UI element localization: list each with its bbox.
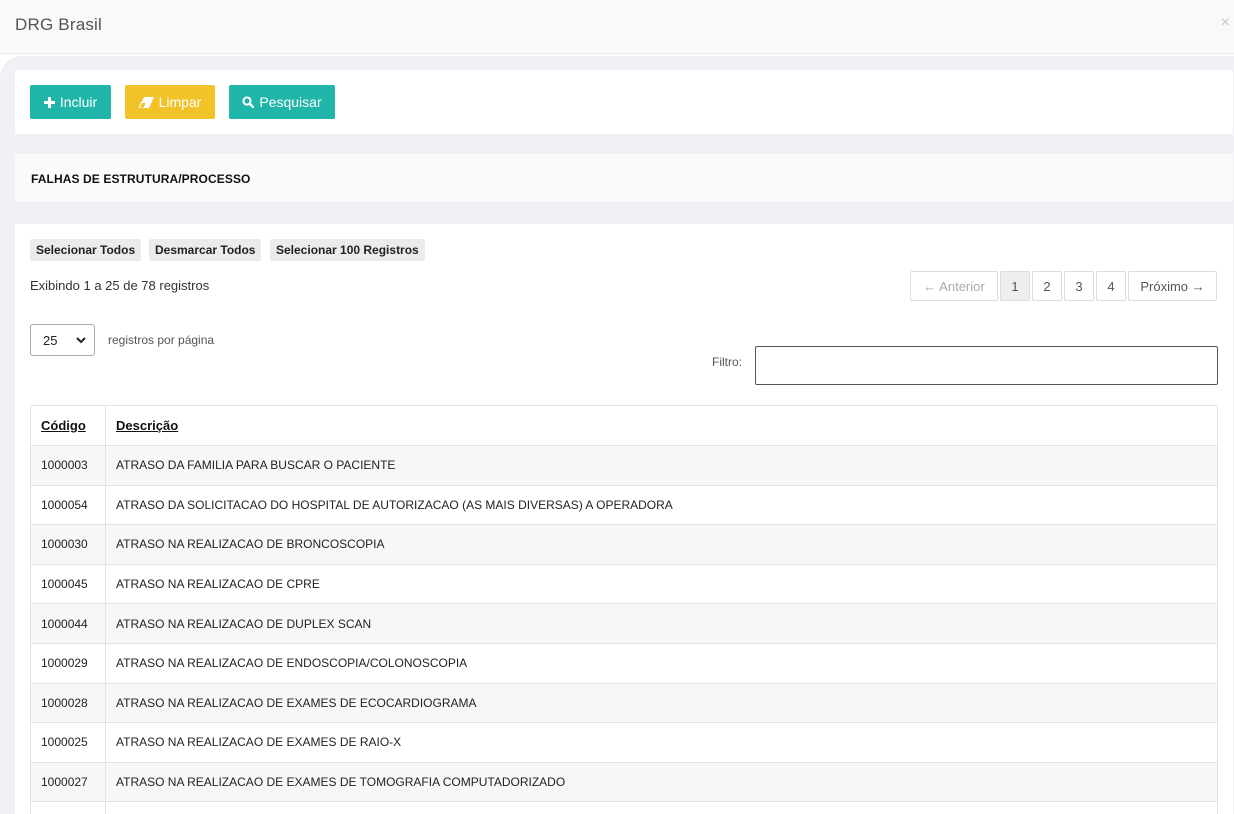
page-3-button[interactable]: 3 — [1064, 271, 1094, 301]
limpar-label: Limpar — [158, 94, 202, 110]
cell-codigo — [30, 801, 106, 814]
pesquisar-label: Pesquisar — [259, 94, 322, 110]
next-page-button[interactable]: Próximo → — [1128, 271, 1217, 301]
cell-descricao: ATRASO NA REALIZACAO DE CPRE — [105, 563, 1218, 605]
pesquisar-button[interactable]: Pesquisar — [229, 85, 335, 119]
cell-descricao: ATRASO DA SOLICITACAO DO HOSPITAL DE AUT… — [105, 484, 1218, 526]
modal-title: DRG Brasil — [15, 15, 103, 34]
page-length-value: 25 — [43, 332, 58, 348]
column-header-codigo[interactable]: Código — [30, 405, 106, 446]
table-row[interactable] — [30, 801, 1218, 814]
cell-codigo: 1000044 — [30, 603, 106, 644]
select-100-button[interactable]: Selecionar 100 Registros — [270, 239, 425, 261]
table-row[interactable]: 1000027 ATRASO NA REALIZACAO DE EXAMES D… — [30, 761, 1218, 803]
pagination: ← Anterior 1 2 3 4 Próximo → — [910, 271, 1217, 301]
deselect-all-button[interactable]: Desmarcar Todos — [149, 239, 262, 261]
select-all-button[interactable]: Selecionar Todos — [30, 239, 142, 261]
table-row[interactable]: 1000030 ATRASO NA REALIZACAO DE BRONCOSC… — [30, 524, 1218, 565]
page-length-label: registros por página — [108, 333, 215, 347]
previous-page-button[interactable]: ← Anterior — [910, 271, 998, 301]
page-4-button[interactable]: 4 — [1096, 271, 1126, 301]
cell-codigo: 1000025 — [30, 722, 106, 763]
incluir-label: Incluir — [59, 94, 98, 110]
list-card: Selecionar Todos Desmarcar Todos Selecio… — [15, 224, 1233, 814]
limpar-button[interactable]: Limpar — [125, 85, 215, 119]
cell-descricao: ATRASO NA REALIZACAO DE EXAMES DE ECOCAR… — [105, 682, 1218, 724]
table-row[interactable]: 1000045 ATRASO NA REALIZACAO DE CPRE — [30, 563, 1218, 605]
toolbar-card: Incluir Limpar Pesquisar — [15, 70, 1233, 134]
table-row[interactable]: 1000044 ATRASO NA REALIZACAO DE DUPLEX S… — [30, 603, 1218, 644]
eraser-icon — [138, 96, 154, 108]
table-row[interactable]: 1000003 ATRASO DA FAMILIA PARA BUSCAR O … — [30, 445, 1218, 486]
cell-codigo: 1000003 — [30, 445, 106, 486]
filter-label: Filtro: — [712, 355, 742, 369]
incluir-button[interactable]: Incluir — [30, 85, 111, 119]
page-1-button[interactable]: 1 — [1000, 271, 1030, 301]
modal-header: DRG Brasil × — [0, 0, 1234, 54]
filter-input[interactable] — [755, 346, 1218, 385]
cell-codigo: 1000027 — [30, 761, 106, 803]
page-length-select[interactable]: 25 — [30, 324, 95, 356]
cell-descricao: ATRASO NA REALIZACAO DE ENDOSCOPIA/COLON… — [105, 642, 1218, 684]
cell-descricao: ATRASO NA REALIZACAO DE BRONCOSCOPIA — [105, 524, 1218, 565]
section-header: FALHAS DE ESTRUTURA/PROCESSO — [15, 154, 1233, 202]
table-row[interactable]: 1000029 ATRASO NA REALIZACAO DE ENDOSCOP… — [30, 642, 1218, 684]
column-header-descricao[interactable]: Descrição — [105, 405, 1218, 446]
cell-codigo: 1000030 — [30, 524, 106, 565]
records-table: Código Descrição 1000003 ATRASO DA FAMIL… — [30, 405, 1218, 814]
table-header-row: Código Descrição — [30, 405, 1218, 446]
cell-descricao: ATRASO DA FAMILIA PARA BUSCAR O PACIENTE — [105, 445, 1218, 486]
page-2-button[interactable]: 2 — [1032, 271, 1062, 301]
cell-codigo: 1000029 — [30, 642, 106, 684]
cell-descricao: ATRASO NA REALIZACAO DE DUPLEX SCAN — [105, 603, 1218, 644]
table-row[interactable]: 1000025 ATRASO NA REALIZACAO DE EXAMES D… — [30, 722, 1218, 763]
search-icon — [242, 96, 255, 108]
table-row[interactable]: 1000028 ATRASO NA REALIZACAO DE EXAMES D… — [30, 682, 1218, 724]
plus-icon — [43, 96, 55, 108]
cell-descricao: ATRASO NA REALIZACAO DE EXAMES DE TOMOGR… — [105, 761, 1218, 803]
table-row[interactable]: 1000054 ATRASO DA SOLICITACAO DO HOSPITA… — [30, 484, 1218, 526]
close-icon[interactable]: × — [1221, 14, 1230, 32]
cell-codigo: 1000028 — [30, 682, 106, 724]
cell-descricao: ATRASO NA REALIZACAO DE EXAMES DE RAIO-X — [105, 722, 1218, 763]
cell-codigo: 1000054 — [30, 484, 106, 526]
cell-codigo: 1000045 — [30, 563, 106, 605]
section-title: FALHAS DE ESTRUTURA/PROCESSO — [31, 172, 251, 186]
cell-descricao — [105, 801, 1218, 814]
chevron-down-icon — [76, 336, 86, 343]
records-info: Exibindo 1 a 25 de 78 registros — [30, 278, 210, 293]
